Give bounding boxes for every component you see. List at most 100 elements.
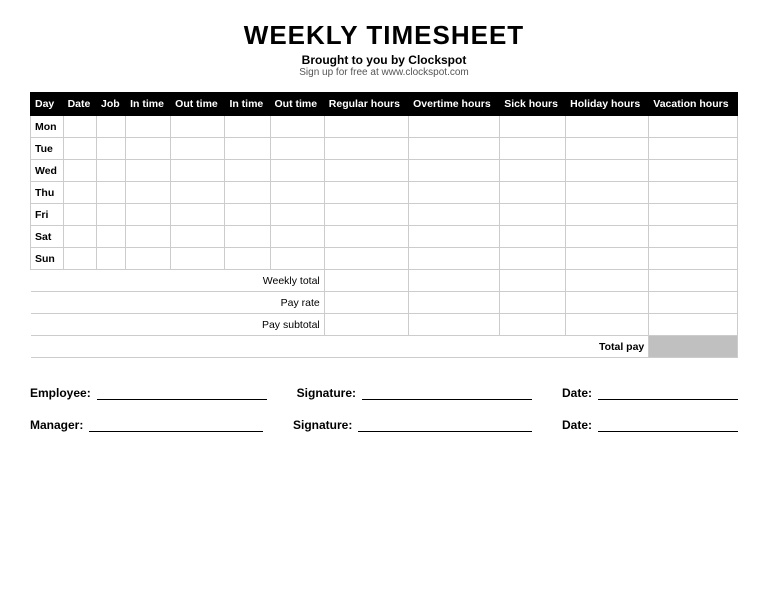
table-row: Sun <box>31 248 738 270</box>
data-cell <box>171 182 225 204</box>
data-cell <box>97 116 126 138</box>
data-cell <box>63 138 96 160</box>
summary-data-cell <box>324 292 408 314</box>
employee-signature-row: Employee: Signature: Date: <box>30 386 738 400</box>
data-cell <box>63 182 96 204</box>
col-vacation-hours: Vacation hours <box>649 93 738 116</box>
data-cell <box>126 226 171 248</box>
summary-data-cell <box>649 292 738 314</box>
data-cell <box>409 138 500 160</box>
data-cell <box>270 160 324 182</box>
table-row: Tue <box>31 138 738 160</box>
data-cell <box>270 226 324 248</box>
data-cell <box>566 204 649 226</box>
data-cell <box>171 204 225 226</box>
col-in-time-2: In time <box>225 93 270 116</box>
data-cell <box>126 204 171 226</box>
data-cell <box>500 248 566 270</box>
data-cell <box>97 160 126 182</box>
manager-signature-row: Manager: Signature: Date: <box>30 418 738 432</box>
data-cell <box>63 160 96 182</box>
day-cell: Sat <box>31 226 64 248</box>
data-cell <box>409 226 500 248</box>
data-cell <box>63 116 96 138</box>
day-cell: Thu <box>31 182 64 204</box>
day-cell: Wed <box>31 160 64 182</box>
data-cell <box>409 204 500 226</box>
data-cell <box>566 160 649 182</box>
data-cell <box>63 248 96 270</box>
data-cell <box>649 226 738 248</box>
summary-data-cell <box>649 314 738 336</box>
data-cell <box>500 182 566 204</box>
data-cell <box>270 182 324 204</box>
summary-data-cell <box>649 270 738 292</box>
data-cell <box>324 226 408 248</box>
data-cell <box>409 116 500 138</box>
summary-data-cell <box>324 270 408 292</box>
data-cell <box>649 204 738 226</box>
employee-label: Employee: <box>30 386 91 400</box>
data-cell <box>500 160 566 182</box>
data-cell <box>225 182 270 204</box>
summary-data-cell <box>324 314 408 336</box>
data-cell <box>171 226 225 248</box>
total-pay-value <box>649 336 738 358</box>
day-cell: Sun <box>31 248 64 270</box>
summary-data-cell <box>566 292 649 314</box>
data-cell <box>270 204 324 226</box>
manager-signature-line <box>358 431 532 432</box>
summary-label-cell: Pay subtotal <box>31 314 325 336</box>
manager-label: Manager: <box>30 418 83 432</box>
col-out-time-1: Out time <box>171 93 225 116</box>
summary-data-cell <box>409 314 500 336</box>
summary-data-cell <box>409 270 500 292</box>
summary-data-cell <box>409 292 500 314</box>
data-cell <box>97 182 126 204</box>
table-row: Wed <box>31 160 738 182</box>
data-cell <box>324 182 408 204</box>
data-cell <box>225 116 270 138</box>
summary-label-cell: Weekly total <box>31 270 325 292</box>
table-row: Mon <box>31 116 738 138</box>
data-cell <box>126 248 171 270</box>
col-regular-hours: Regular hours <box>324 93 408 116</box>
employee-date-label: Date: <box>562 386 592 400</box>
data-cell <box>126 138 171 160</box>
data-cell <box>270 138 324 160</box>
summary-data-cell <box>500 292 566 314</box>
data-cell <box>171 138 225 160</box>
data-cell <box>566 116 649 138</box>
data-cell <box>500 138 566 160</box>
subtitle: Brought to you by Clockspot <box>30 53 738 67</box>
manager-line <box>89 431 263 432</box>
col-out-time-2: Out time <box>270 93 324 116</box>
employee-signature-label: Signature: <box>297 386 356 400</box>
day-cell: Fri <box>31 204 64 226</box>
manager-date-line <box>598 431 738 432</box>
table-row: Fri <box>31 204 738 226</box>
timesheet-table: Day Date Job In time Out time In time Ou… <box>30 92 738 358</box>
signature-section: Employee: Signature: Date: Manager: Sign… <box>30 386 738 432</box>
data-cell <box>97 138 126 160</box>
total-pay-row: Total pay <box>31 336 738 358</box>
page-title: WEEKLY TIMESHEET <box>30 20 738 51</box>
total-pay-label: Total pay <box>566 336 649 358</box>
data-cell <box>225 138 270 160</box>
summary-data-cell <box>566 314 649 336</box>
data-cell <box>63 204 96 226</box>
employee-line <box>97 399 267 400</box>
data-cell <box>649 116 738 138</box>
data-cell <box>566 182 649 204</box>
data-cell <box>171 116 225 138</box>
manager-date-label: Date: <box>562 418 592 432</box>
data-cell <box>171 248 225 270</box>
col-holiday-hours: Holiday hours <box>566 93 649 116</box>
tagline: Sign up for free at www.clockspot.com <box>30 67 738 78</box>
table-header-row: Day Date Job In time Out time In time Ou… <box>31 93 738 116</box>
data-cell <box>97 226 126 248</box>
data-cell <box>649 160 738 182</box>
col-sick-hours: Sick hours <box>500 93 566 116</box>
data-cell <box>324 204 408 226</box>
summary-label-cell: Pay rate <box>31 292 325 314</box>
